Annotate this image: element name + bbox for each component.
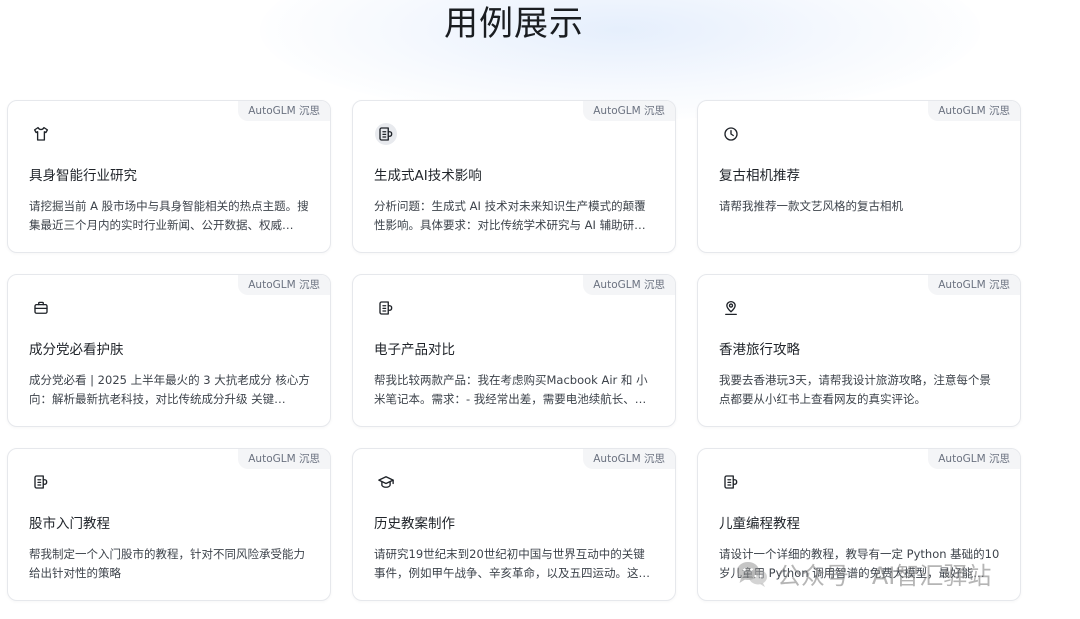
tshirt-icon [30, 123, 52, 145]
card-title: 具身智能行业研究 [29, 168, 137, 184]
use-case-grid: AutoGLM 沉思 具身智能行业研究 请挖掘当前 A 股市场中与具身智能相关的… [7, 100, 1021, 601]
card-title: 历史教案制作 [374, 516, 455, 532]
card-description: 请研究19世纪末到20世纪初中国与世界互动中的关键事件，例如甲午战争、辛亥革命，… [374, 547, 650, 580]
card-title: 儿童编程教程 [719, 516, 800, 532]
use-case-card[interactable]: AutoGLM 沉思 香港旅行攻略 我要去香港玩3天，请帮我设计旅游攻略，注意每… [697, 274, 1021, 427]
autoglm-tag: AutoGLM 沉思 [238, 101, 330, 121]
use-case-card[interactable]: AutoGLM 沉思 复古相机推荐 请帮我推荐一款文艺风格的复古相机 [697, 100, 1021, 253]
use-case-card[interactable]: AutoGLM 沉思 股市入门教程 帮我制定一个入门股市的教程，针对不同风险承受… [7, 448, 331, 601]
card-description: 请帮我推荐一款文艺风格的复古相机 [719, 199, 903, 213]
card-title: 香港旅行攻略 [719, 342, 800, 358]
location-pin-icon [720, 297, 742, 319]
use-case-card[interactable]: AutoGLM 沉思 成分党必看护肤 成分党必看 | 2025 上半年最火的 3… [7, 274, 331, 427]
use-case-card[interactable]: AutoGLM 沉思 儿童编程教程 请设计一个详细的教程，教导有一定 Pytho… [697, 448, 1021, 601]
card-title: 股市入门教程 [29, 516, 110, 532]
use-case-card[interactable]: AutoGLM 沉思 具身智能行业研究 请挖掘当前 A 股市场中与具身智能相关的… [7, 100, 331, 253]
card-description: 帮我比较两款产品：我在考虑购买Macbook Air 和 小米笔记本。需求：- … [374, 373, 648, 406]
document-icon [375, 297, 397, 319]
autoglm-tag: AutoGLM 沉思 [928, 275, 1020, 295]
card-description: 成分党必看 | 2025 上半年最火的 3 大抗老成分 核心方向：解析最新抗老科… [29, 373, 310, 406]
autoglm-tag: AutoGLM 沉思 [583, 449, 675, 469]
card-title: 电子产品对比 [374, 342, 455, 358]
graduation-cap-icon [375, 471, 397, 493]
use-case-page: 用例展示 AutoGLM 沉思 具身智能行业研究 请挖掘当前 A 股市场中与具身… [0, 0, 1080, 619]
card-title: 生成式AI技术影响 [374, 168, 482, 184]
use-case-card[interactable]: AutoGLM 沉思 历史教案制作 请研究19世纪末到20世纪初中国与世界互动中… [352, 448, 676, 601]
autoglm-tag: AutoGLM 沉思 [583, 101, 675, 121]
card-description: 分析问题：生成式 AI 技术对未来知识生产模式的颠覆性影响。具体要求：对比传统学… [374, 199, 646, 232]
document-icon [375, 123, 397, 145]
autoglm-tag: AutoGLM 沉思 [238, 449, 330, 469]
clock-icon [720, 123, 742, 145]
autoglm-tag: AutoGLM 沉思 [238, 275, 330, 295]
use-case-card[interactable]: AutoGLM 沉思 生成式AI技术影响 分析问题：生成式 AI 技术对未来知识… [352, 100, 676, 253]
card-title: 复古相机推荐 [719, 168, 800, 184]
autoglm-tag: AutoGLM 沉思 [928, 101, 1020, 121]
card-description: 帮我制定一个入门股市的教程，针对不同风险承受能力给出针对性的策略 [29, 547, 305, 580]
autoglm-tag: AutoGLM 沉思 [928, 449, 1020, 469]
use-case-card[interactable]: AutoGLM 沉思 电子产品对比 帮我比较两款产品：我在考虑购买Macbook… [352, 274, 676, 427]
card-description: 请挖掘当前 A 股市场中与具身智能相关的热点主题。搜集最近三个月内的实时行业新闻… [29, 199, 309, 232]
card-title: 成分党必看护肤 [29, 342, 124, 358]
card-description: 请设计一个详细的教程，教导有一定 Python 基础的10岁儿童用 Python… [719, 547, 1000, 580]
briefcase-icon [30, 297, 52, 319]
document-icon [30, 471, 52, 493]
page-title: 用例展示 [444, 4, 584, 44]
card-description: 我要去香港玩3天，请帮我设计旅游攻略，注意每个景点都要从小红书上查看网友的真实评… [719, 373, 991, 406]
autoglm-tag: AutoGLM 沉思 [583, 275, 675, 295]
document-icon [720, 471, 742, 493]
